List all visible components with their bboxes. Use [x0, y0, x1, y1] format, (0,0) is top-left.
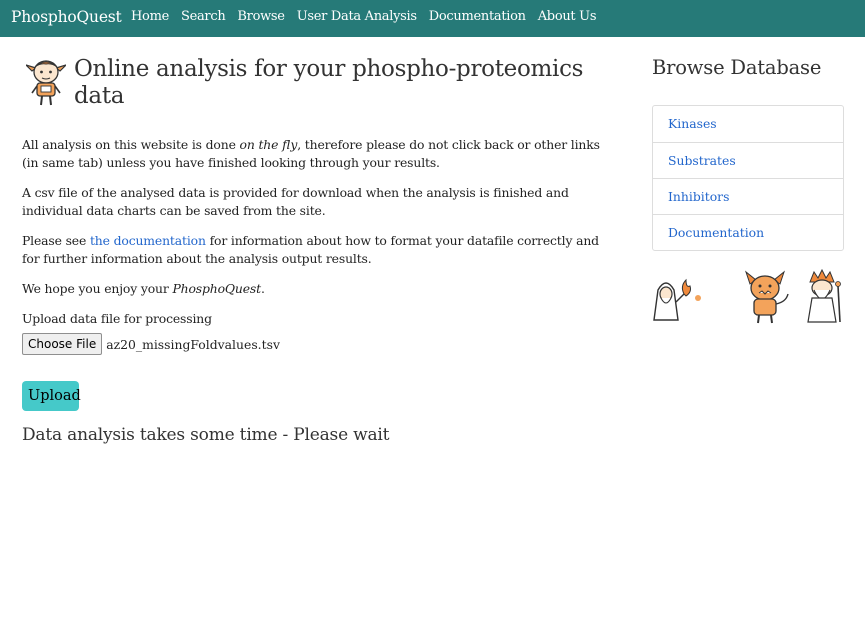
sidebar-characters [653, 268, 841, 324]
upload-label: Upload data file for processing [22, 311, 212, 326]
csv-info-paragraph: A csv file of the analysed data is provi… [22, 185, 569, 218]
nav-browse[interactable]: Browse [237, 9, 285, 24]
enjoy-text-end: . [260, 281, 265, 296]
sidebar-item-documentation[interactable]: Documentation [653, 214, 843, 250]
file-input: Choose File az20_missingFoldvalues.tsv [22, 333, 280, 355]
enjoy-emphasis: PhosphoQuest [172, 281, 261, 296]
elder-wizard-icon [807, 268, 841, 323]
enjoy-paragraph: We hope you enjoy your PhosphoQuest. [22, 280, 617, 298]
sidebar: Browse Database Kinases Substrates Inhib… [652, 56, 844, 324]
intro-text-start: All analysis on this website is done [22, 137, 240, 152]
sidebar-item-substrates[interactable]: Substrates [653, 142, 843, 178]
nav-menu: Home Search Browse User Data Analysis Do… [131, 9, 608, 24]
nav-documentation[interactable]: Documentation [429, 9, 526, 24]
navbar: PhosphoQuest Home Search Browse User Dat… [0, 0, 865, 37]
sidebar-title: Browse Database [652, 56, 822, 79]
documentation-link[interactable]: the documentation [90, 233, 206, 248]
page-title: Online analysis for your phospho-proteom… [74, 56, 584, 109]
docs-text-start: Please see [22, 233, 90, 248]
goblin-icon [744, 270, 789, 324]
sidebar-item-inhibitors[interactable]: Inhibitors [653, 178, 843, 214]
wait-message: Data analysis takes some time - Please w… [22, 425, 390, 445]
wizard-icon [653, 278, 701, 321]
nav-search[interactable]: Search [181, 9, 226, 24]
choose-file-button[interactable]: Choose File [22, 333, 103, 355]
intro-emphasis: on the fly [239, 137, 298, 152]
enjoy-text-start: We hope you enjoy your [22, 281, 173, 296]
intro-paragraph: All analysis on this website is done on … [22, 136, 617, 172]
brand-link[interactable]: PhosphoQuest [11, 8, 122, 26]
nav-user-data-analysis[interactable]: User Data Analysis [297, 9, 417, 24]
selected-file-name: az20_missingFoldvalues.tsv [106, 336, 280, 352]
nav-home[interactable]: Home [131, 9, 169, 24]
nav-about-us[interactable]: About Us [538, 9, 597, 24]
goblin-mascot-icon [26, 60, 66, 106]
sidebar-item-kinases[interactable]: Kinases [653, 106, 843, 142]
documentation-paragraph: Please see the documentation for informa… [22, 232, 617, 268]
upload-button[interactable]: Upload [22, 381, 81, 411]
browse-list: Kinases Substrates Inhibitors Documentat… [652, 105, 844, 251]
